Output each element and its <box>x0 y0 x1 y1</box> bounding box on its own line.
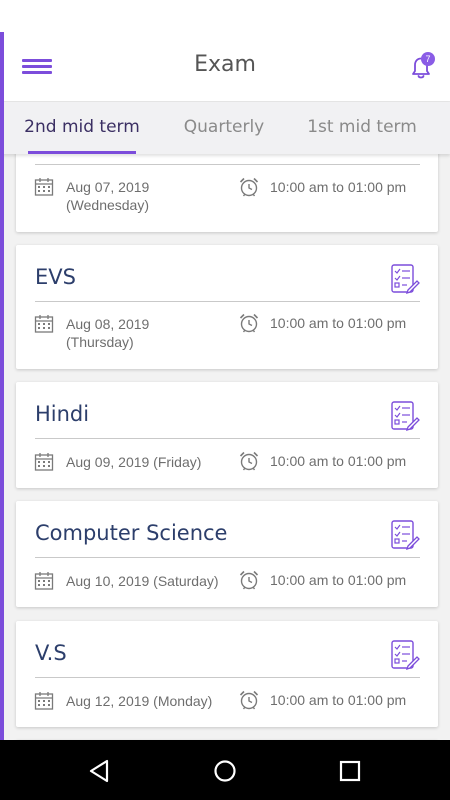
notification-count-badge: 7 <box>421 52 435 66</box>
exam-date: Aug 10, 2019 (Saturday) <box>66 573 219 589</box>
card-divider <box>35 301 420 302</box>
card-divider <box>35 164 420 165</box>
alarm-clock-icon <box>239 690 259 710</box>
exam-paper-icon[interactable] <box>390 639 420 671</box>
tab-quarterly[interactable]: Quarterly <box>170 102 278 154</box>
exam-paper-icon[interactable] <box>390 263 420 295</box>
card-divider <box>35 438 420 439</box>
exam-card[interactable]: Aug 07, 2019 (Wednesday) 10:00 am to 01:… <box>16 154 438 232</box>
drawer-edge-accent <box>0 32 4 740</box>
calendar-icon <box>34 178 54 196</box>
page-title: Exam <box>194 52 256 77</box>
exam-subject: EVS <box>35 265 76 289</box>
alarm-clock-icon <box>239 451 259 471</box>
calendar-icon <box>34 315 54 333</box>
back-triangle-icon[interactable] <box>87 758 113 784</box>
exam-time: 10:00 am to 01:00 pm <box>270 692 407 708</box>
exam-time: 10:00 am to 01:00 pm <box>270 453 407 469</box>
exam-list[interactable]: Aug 07, 2019 (Wednesday) 10:00 am to 01:… <box>4 154 450 740</box>
alarm-clock-icon <box>239 313 259 333</box>
calendar-icon <box>34 692 54 710</box>
home-circle-icon[interactable] <box>212 758 238 784</box>
exam-subject: Computer Science <box>35 521 228 545</box>
alarm-clock-icon <box>239 177 259 197</box>
exam-paper-icon[interactable] <box>390 519 420 551</box>
calendar-icon <box>34 572 54 590</box>
exam-date: Aug 07, 2019 (Wednesday) <box>66 179 150 213</box>
exam-card[interactable]: Hindi Aug 09, 2019 (Friday) 10:00 am to … <box>16 382 438 488</box>
alarm-clock-icon <box>239 570 259 590</box>
active-tab-indicator <box>28 151 136 154</box>
exam-type-tabs: 2nd mid term Quarterly 1st mid term <box>0 102 450 154</box>
exam-time: 10:00 am to 01:00 pm <box>270 572 407 588</box>
recents-square-icon[interactable] <box>337 758 363 784</box>
exam-card[interactable]: EVS Aug 08, 2019 (Thursday) 10:00 am to … <box>16 245 438 369</box>
system-navigation-bar <box>0 740 450 800</box>
calendar-icon <box>34 453 54 471</box>
card-divider <box>35 557 420 558</box>
exam-paper-icon[interactable] <box>390 400 420 432</box>
exam-date: Aug 08, 2019 (Thursday) <box>66 316 150 350</box>
status-bar <box>0 0 450 32</box>
exam-date: Aug 12, 2019 (Monday) <box>66 693 213 709</box>
app-bar: Exam 7 <box>0 32 450 102</box>
exam-time: 10:00 am to 01:00 pm <box>270 179 407 195</box>
tab-2nd-mid-term[interactable]: 2nd mid term <box>18 102 146 154</box>
exam-date: Aug 09, 2019 (Friday) <box>66 454 202 470</box>
exam-time: 10:00 am to 01:00 pm <box>270 315 407 331</box>
exam-card[interactable]: Computer Science Aug 10, 2019 (Saturday)… <box>16 501 438 607</box>
tab-1st-mid-term[interactable]: 1st mid term <box>298 102 426 154</box>
exam-card[interactable]: V.S Aug 12, 2019 (Monday) 10:00 am to 01… <box>16 621 438 727</box>
card-divider <box>35 677 420 678</box>
exam-subject: V.S <box>35 641 67 665</box>
exam-subject: Hindi <box>35 402 90 426</box>
